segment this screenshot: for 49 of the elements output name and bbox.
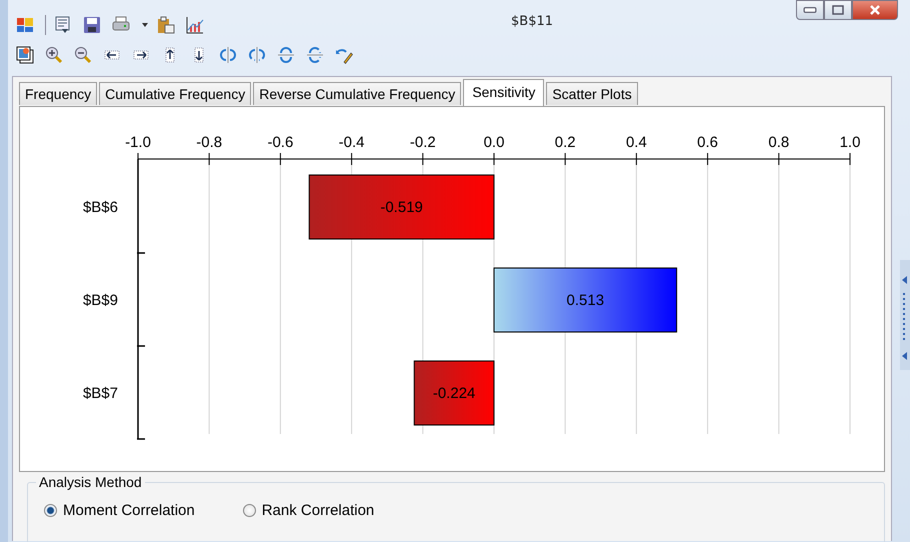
radio-button[interactable] [44,504,57,517]
data-label: -0.224 [432,385,476,402]
axis-tick-label: -0.6 [267,134,294,151]
minimize-button[interactable] [796,0,824,20]
category-label: $B$9 [82,292,118,309]
data-label: -0.519 [380,199,423,216]
close-icon [868,5,882,15]
radio-button[interactable] [242,504,256,517]
axis-tick-label: -0.4 [338,134,365,151]
radio-option[interactable]: Rank Correlation [242,502,374,519]
data-label: 0.513 [566,292,604,309]
category-label: $B$7 [82,385,118,402]
window-title: $B$11 [511,14,554,29]
copy-chart-icon[interactable] [16,46,34,64]
splitter-handle[interactable] [900,260,910,370]
rotate-left-icon[interactable] [219,46,237,64]
tab[interactable]: Cumulative Frequency [99,82,252,105]
rotate-down-icon[interactable] [306,46,324,64]
clipboard-icon[interactable] [157,16,175,34]
axis-tick-label: 1.0 [840,134,860,151]
undo-pencil-icon[interactable] [335,46,353,64]
rotate-up-icon[interactable] [277,46,295,64]
minimize-icon [803,5,817,15]
group-title: Analysis Method [36,474,145,490]
dropdown-caret-icon[interactable] [141,22,149,28]
tab[interactable]: Frequency [19,82,98,105]
tab[interactable]: Scatter Plots [546,82,638,105]
save-icon[interactable] [83,16,101,34]
maximize-icon [831,5,845,15]
zoom-in-icon[interactable] [45,46,63,64]
axis-tick-label: -0.2 [410,134,436,151]
axis-tick-label: 0.8 [768,134,790,151]
radio-option[interactable]: Moment Correlation [44,502,195,519]
axis-tick-label: -0.8 [196,134,222,151]
tab[interactable]: Reverse Cumulative Frequency [253,82,462,105]
axis-tick-label: 0.6 [697,134,718,151]
axis-tick-label: 0.0 [484,134,504,151]
maximize-button[interactable] [824,0,852,20]
category-label: $B$6 [82,199,118,216]
axis-tick-label: -1.0 [125,134,151,151]
chart-icon[interactable] [186,16,204,34]
zoom-out-icon[interactable] [74,46,92,64]
close-button[interactable] [852,0,898,20]
document-icon[interactable] [54,16,72,34]
window-layout-icon[interactable] [16,16,34,34]
axis-tick-label: 0.4 [626,134,647,151]
tab[interactable]: Sensitivity [463,79,544,106]
axis-tick-label: 0.2 [554,134,576,151]
rotate-right-icon[interactable] [248,46,266,64]
